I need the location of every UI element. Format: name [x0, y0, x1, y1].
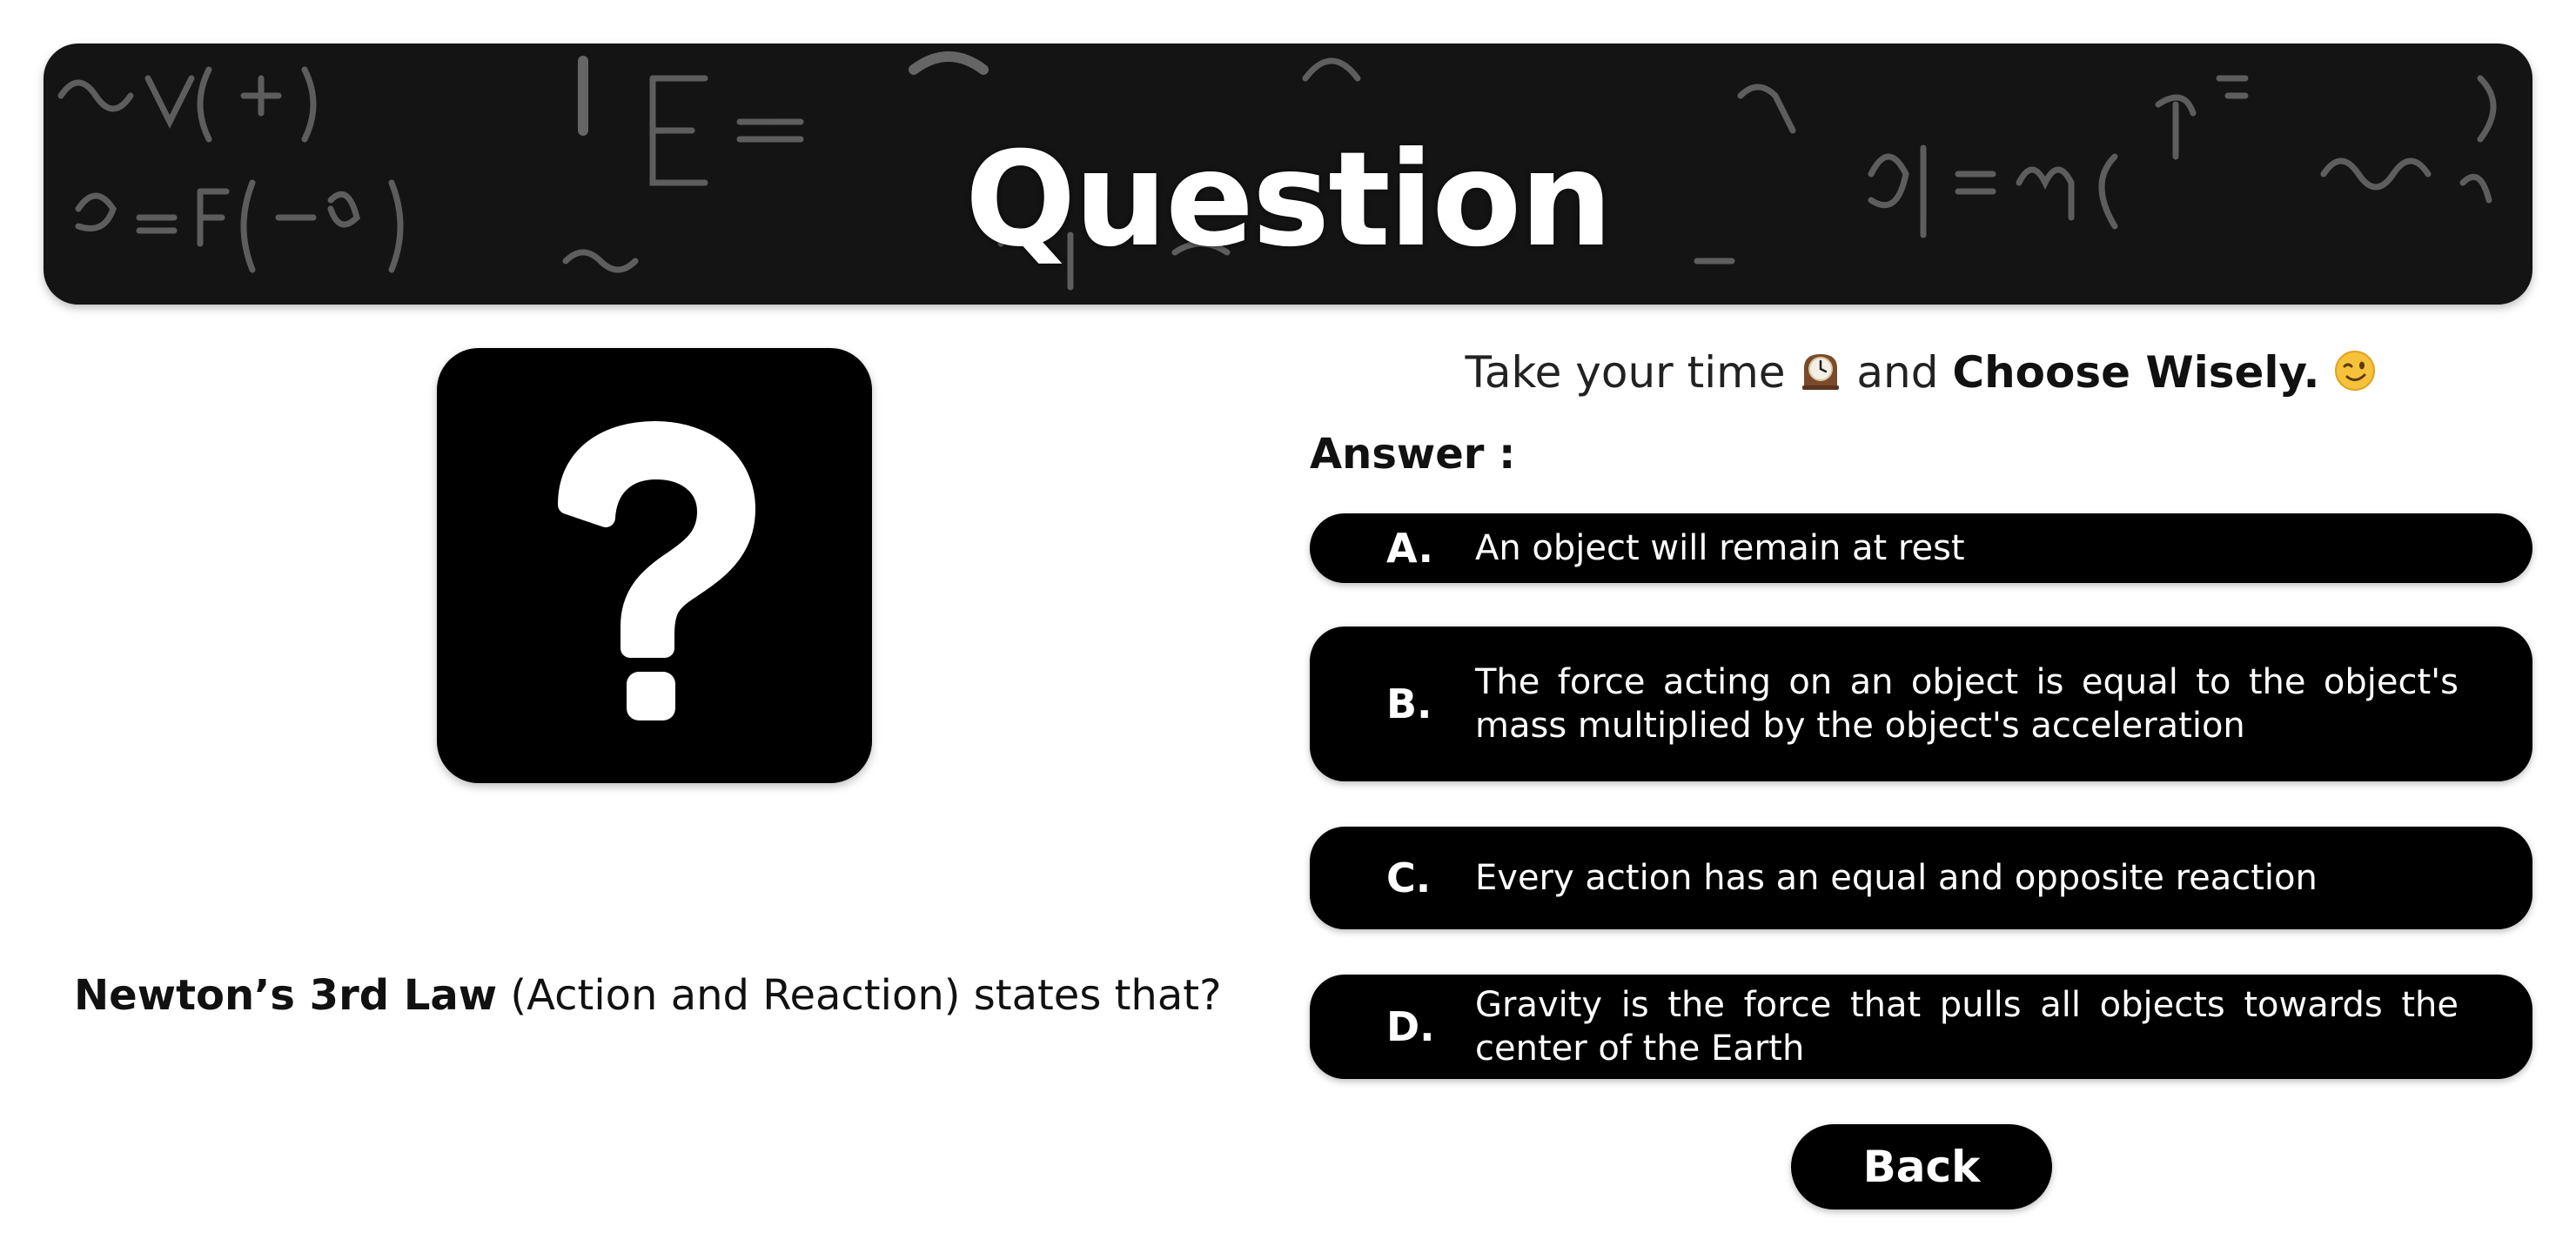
question-law: Newton’s 3rd Law: [74, 971, 498, 1020]
question-rest: (Action and Reaction) states that?: [497, 971, 1222, 1020]
option-text: Gravity is the force that pulls all obje…: [1475, 985, 2459, 1069]
answer-option-b[interactable]: B. The force acting on an object is equa…: [1310, 626, 2532, 781]
question-image: [437, 348, 872, 783]
option-text: Every action has an equal and opposite r…: [1475, 858, 2318, 898]
answer-option-a[interactable]: A. An object will remain at rest: [1310, 513, 2532, 583]
tagline-emphasis: Choose Wisely.: [1952, 347, 2320, 398]
mantelpiece-clock-icon: [1802, 354, 1840, 390]
option-text: An object will remain at rest: [1475, 528, 1965, 568]
page-title: Question: [964, 124, 1613, 276]
answer-option-d[interactable]: D. Gravity is the force that pulls all o…: [1310, 975, 2532, 1079]
tagline-prefix: Take your time: [1465, 347, 1786, 398]
option-letter: C.: [1386, 854, 1432, 901]
header-banner: Question: [44, 44, 2532, 305]
winking-face-icon: [2335, 351, 2376, 391]
option-letter: B.: [1386, 680, 1432, 727]
option-letter: D.: [1386, 1003, 1435, 1050]
tagline: Take your time and Choose Wisely.: [1310, 344, 2532, 401]
option-text: The force acting on an object is equal t…: [1475, 662, 2459, 746]
back-button[interactable]: Back: [1791, 1124, 2052, 1209]
answer-option-c[interactable]: C. Every action has an equal and opposit…: [1310, 827, 2532, 929]
tagline-middle: and: [1856, 347, 1939, 398]
option-letter: A.: [1386, 525, 1433, 572]
quiz-page: Question Newton’s 3rd Law (Action and Re…: [0, 0, 2576, 1253]
question-mark-icon: [558, 421, 755, 720]
question-text: Newton’s 3rd Law (Action and Reaction) s…: [74, 968, 1292, 1023]
answer-label: Answer :: [1310, 430, 1516, 479]
